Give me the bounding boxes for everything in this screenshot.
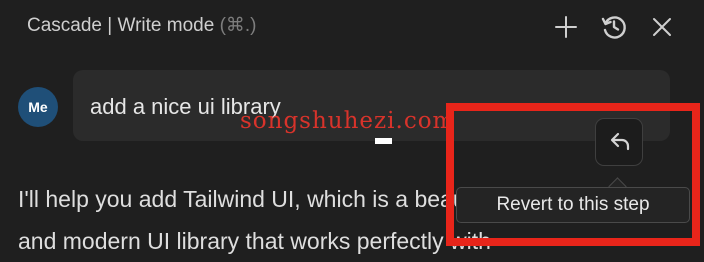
plus-icon	[555, 16, 577, 38]
highlight-box	[446, 103, 700, 246]
close-icon	[653, 18, 671, 36]
user-avatar: Me	[18, 87, 58, 127]
shortcut-hint: (⌘.)	[219, 15, 257, 36]
panel-title: Cascade | Write mode (⌘.)	[27, 14, 257, 37]
new-conversation-button[interactable]	[550, 11, 582, 43]
history-icon	[601, 16, 626, 39]
panel-header: Cascade | Write mode (⌘.)	[0, 0, 704, 56]
text-cursor-marker	[375, 138, 392, 144]
close-button[interactable]	[646, 11, 678, 43]
panel-title-text: Cascade | Write mode	[27, 15, 215, 36]
watermark-text: songshuhezi.com	[240, 108, 456, 134]
history-button[interactable]	[598, 11, 630, 43]
